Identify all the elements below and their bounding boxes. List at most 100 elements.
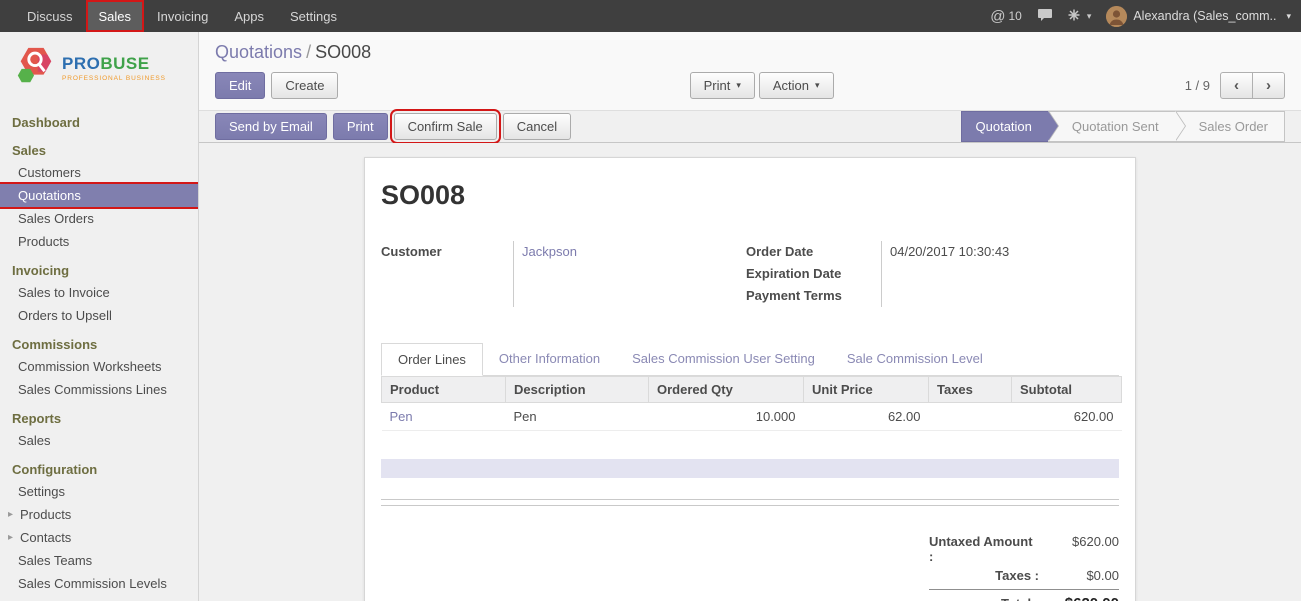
total-separator [929, 589, 1119, 590]
sidebar-item-quotations[interactable]: Quotations [0, 184, 198, 207]
user-name: Alexandra (Sales_comm.. [1133, 9, 1276, 23]
payment-terms-value [890, 285, 1009, 307]
sidebar-item-sales-orders[interactable]: Sales Orders [0, 207, 198, 230]
sidebar-item-dashboard[interactable]: Dashboard [0, 111, 198, 133]
subtotal-cell: 620.00 [1012, 403, 1122, 431]
tab-sales-commission-user-setting[interactable]: Sales Commission User Setting [616, 343, 831, 376]
sidebar-item-sales-teams[interactable]: Sales Teams [0, 549, 198, 572]
print-dropdown[interactable]: Print▾ [690, 72, 755, 99]
expiration-date-label: Expiration Date [746, 263, 881, 285]
action-dropdown[interactable]: Action▾ [759, 72, 834, 99]
send-by-email-button[interactable]: Send by Email [215, 113, 327, 140]
order-line-row[interactable]: Pen Pen 10.000 62.00 620.00 [382, 403, 1122, 431]
sidebar-section-reports[interactable]: Reports [0, 407, 198, 429]
step-sales-order[interactable]: Sales Order [1175, 111, 1285, 142]
sidebar-section-commissions[interactable]: Commissions [0, 333, 198, 355]
avatar [1106, 6, 1127, 27]
top-menu-invoicing[interactable]: Invoicing [144, 0, 221, 32]
unit-price-cell: 62.00 [804, 403, 929, 431]
caret-down-icon: ▾ [736, 80, 741, 91]
column-header-subtotal: Subtotal [1012, 377, 1122, 403]
tab-sale-commission-level[interactable]: Sale Commission Level [831, 343, 999, 376]
sidebar-item-commission-worksheets[interactable]: Commission Worksheets [0, 355, 198, 378]
total-label: Total : [1001, 596, 1039, 601]
top-menu-apps[interactable]: Apps [221, 0, 277, 32]
column-header-product: Product [382, 377, 506, 403]
untaxed-amount-value: $620.00 [1040, 534, 1119, 549]
chevron-left-icon: ‹ [1234, 77, 1239, 94]
customer-field-group: Customer Jackpson [381, 241, 746, 307]
tab-other-information[interactable]: Other Information [483, 343, 616, 376]
probuse-logo: PROBUSE PROFESSIONAL BUSINESS [0, 32, 198, 105]
sidebar-item-customers[interactable]: Customers [0, 161, 198, 184]
edit-button[interactable]: Edit [215, 72, 265, 99]
table-header-row: Product Description Ordered Qty Unit Pri… [382, 377, 1122, 403]
top-menu-discuss[interactable]: Discuss [14, 0, 86, 32]
user-menu[interactable]: Alexandra (Sales_comm.. ▾ [1106, 6, 1291, 27]
caret-down-icon: ▾ [1087, 11, 1092, 22]
confirm-sale-button[interactable]: Confirm Sale [394, 113, 497, 140]
sidebar: PROBUSE PROFESSIONAL BUSINESS Dashboard … [0, 32, 199, 601]
form-sheet: SO008 Customer Jackpson Order Date E [364, 157, 1136, 601]
pager-counter: 1 / 9 [1185, 78, 1210, 93]
mention-icon: @ [990, 8, 1005, 25]
product-link[interactable]: Pen [390, 409, 413, 424]
sidebar-item-sales-commission-levels[interactable]: Sales Commission Levels [0, 572, 198, 595]
caret-right-icon: ▸ [8, 532, 16, 543]
sidebar-section-configuration[interactable]: Configuration [0, 458, 198, 480]
sidebar-item-settings[interactable]: Settings [0, 480, 198, 503]
asterisk-icon [1068, 9, 1080, 24]
mention-counter[interactable]: @ 10 [990, 8, 1022, 25]
sidebar-item-sales-report[interactable]: Sales [0, 429, 198, 452]
probuse-logo-icon [14, 46, 56, 89]
chevron-right-icon: › [1266, 77, 1271, 94]
sidebar-item-products-config[interactable]: ▸Products [0, 503, 198, 526]
step-quotation-sent[interactable]: Quotation Sent [1048, 111, 1175, 142]
breadcrumb: Quotations/SO008 [199, 32, 1301, 63]
expiration-date-value [890, 263, 1009, 285]
sidebar-item-sales-commissions-lines[interactable]: Sales Commissions Lines [0, 378, 198, 401]
payment-terms-label: Payment Terms [746, 285, 881, 307]
empty-list-row [381, 459, 1119, 478]
order-date-label: Order Date [746, 241, 881, 263]
cancel-button[interactable]: Cancel [503, 113, 571, 140]
top-bar: Discuss Sales Invoicing Apps Settings @ … [0, 0, 1301, 32]
step-quotation[interactable]: Quotation [961, 111, 1048, 142]
pager-next-button[interactable]: › [1252, 72, 1285, 99]
tab-order-lines[interactable]: Order Lines [381, 343, 483, 376]
notebook-tabs: Order Lines Other Information Sales Comm… [381, 343, 1119, 376]
breadcrumb-separator: / [306, 42, 311, 62]
sidebar-section-sales[interactable]: Sales [0, 139, 198, 161]
column-header-description: Description [506, 377, 649, 403]
systray: @ 10 ▾ Alexandra (Sales_comm.. ▾ [990, 6, 1291, 27]
print-button[interactable]: Print [333, 113, 388, 140]
top-menu-settings[interactable]: Settings [277, 0, 350, 32]
ordered-qty-cell: 10.000 [649, 403, 804, 431]
caret-down-icon: ▾ [815, 80, 820, 91]
order-lines-table: Product Description Ordered Qty Unit Pri… [381, 376, 1122, 431]
top-menu-sales[interactable]: Sales [86, 0, 145, 32]
sidebar-item-sales-to-invoice[interactable]: Sales to Invoice [0, 281, 198, 304]
sidebar-item-orders-to-upsell[interactable]: Orders to Upsell [0, 304, 198, 327]
pager: ‹ › [1220, 72, 1285, 99]
customer-label: Customer [381, 241, 513, 263]
control-panel: Edit Create Print▾ Action▾ 1 / 9 ‹ › [199, 63, 1301, 107]
asterisk-menu[interactable]: ▾ [1068, 9, 1092, 24]
taxes-value: $0.00 [1039, 568, 1119, 583]
status-bar: Send by Email Print Confirm Sale Cancel … [199, 110, 1301, 143]
customer-value-link[interactable]: Jackpson [522, 244, 577, 259]
logo-title: PROBUSE [62, 54, 166, 74]
breadcrumb-quotations[interactable]: Quotations [215, 42, 302, 62]
sidebar-item-contacts[interactable]: ▸Contacts [0, 526, 198, 549]
top-menu: Discuss Sales Invoicing Apps Settings [14, 0, 350, 32]
taxes-label: Taxes : [995, 568, 1039, 583]
section-separator [381, 499, 1119, 506]
sidebar-item-products[interactable]: Products [0, 230, 198, 253]
messages-button[interactable] [1037, 8, 1053, 25]
sidebar-section-invoicing[interactable]: Invoicing [0, 259, 198, 281]
column-header-ordered-qty: Ordered Qty [649, 377, 804, 403]
pager-previous-button[interactable]: ‹ [1220, 72, 1253, 99]
description-cell: Pen [506, 403, 649, 431]
main-content: Quotations/SO008 Edit Create Print▾ Acti… [199, 32, 1301, 601]
create-button[interactable]: Create [271, 72, 338, 99]
